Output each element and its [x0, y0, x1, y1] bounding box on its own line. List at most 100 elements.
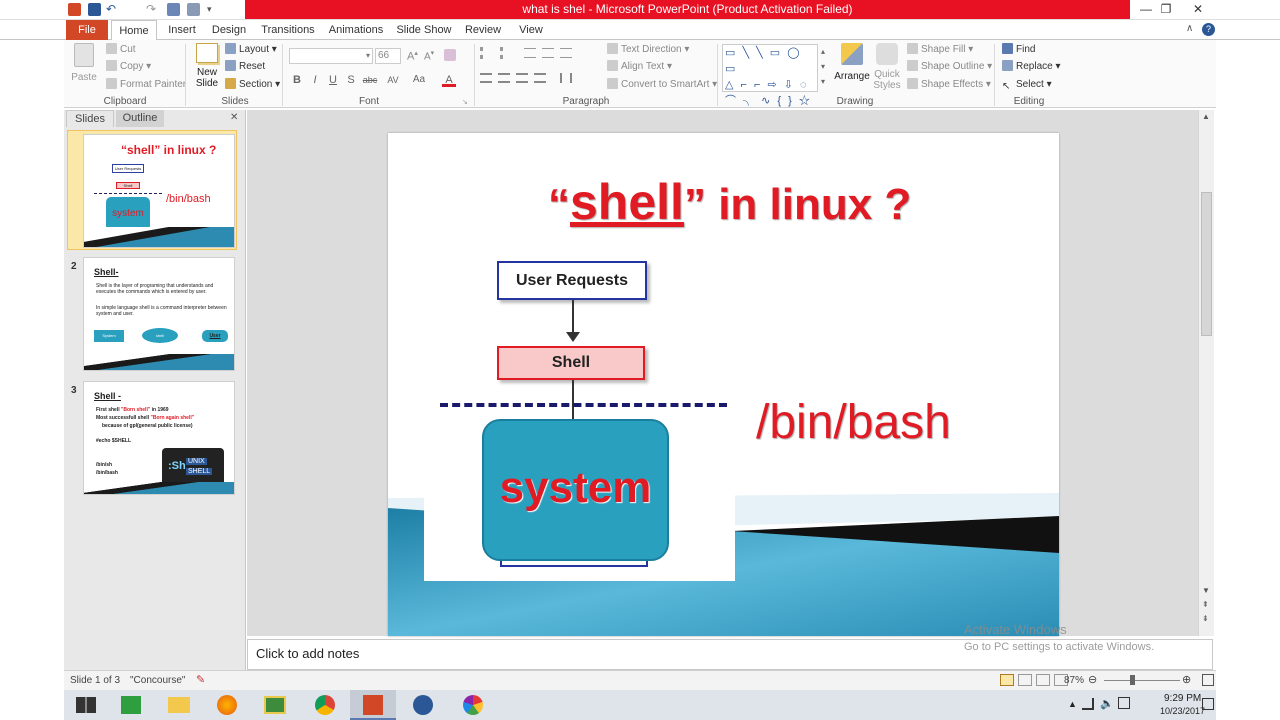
taskbar-store[interactable] — [108, 690, 154, 720]
taskbar-powerpoint[interactable] — [350, 690, 396, 720]
tab-outline-pane[interactable]: Outline — [116, 110, 164, 127]
fit-slide-icon[interactable] — [1202, 674, 1214, 686]
taskbar-video-app[interactable] — [400, 690, 446, 720]
line-spacing-icon[interactable] — [560, 48, 572, 58]
user-requests-box[interactable]: User Requests — [497, 261, 647, 300]
spellcheck-icon[interactable]: ✎ — [196, 673, 205, 686]
shape-effects-button[interactable]: Shape Effects ▾ — [907, 78, 991, 92]
undo-icon[interactable]: ↶ — [106, 3, 119, 16]
slide-thumbnail-3[interactable]: Shell - First shell "Born shell" in 1969… — [83, 381, 235, 495]
tab-animations[interactable]: Animations — [326, 20, 386, 40]
clear-format-icon[interactable] — [444, 49, 456, 61]
tab-design[interactable]: Design — [208, 20, 250, 40]
font-name-input[interactable]: ▾ — [289, 48, 373, 64]
close-button[interactable]: ✕ — [1180, 0, 1216, 19]
align-right-icon[interactable] — [516, 73, 528, 83]
font-color-button[interactable]: A — [442, 73, 456, 87]
text-direction-button[interactable]: Text Direction ▾ — [607, 43, 689, 57]
help-icon[interactable]: ? — [1202, 23, 1215, 36]
justify-icon[interactable] — [534, 73, 546, 83]
bold-button[interactable]: B — [290, 73, 304, 87]
align-text-button[interactable]: Align Text ▾ — [607, 60, 672, 74]
strikethrough-button[interactable]: abc — [360, 73, 380, 87]
grow-font-icon[interactable]: A▴ — [407, 49, 418, 63]
find-button[interactable]: Find — [1002, 43, 1035, 57]
arrange-button[interactable]: Arrange — [834, 43, 870, 93]
tab-slide-show[interactable]: Slide Show — [394, 20, 454, 40]
quick-styles-button[interactable]: Quick Styles — [872, 43, 902, 93]
save-icon[interactable] — [88, 3, 101, 16]
clock-time[interactable]: 9:29 PM — [1164, 693, 1201, 704]
layout-button[interactable]: Layout ▾ — [225, 43, 277, 57]
scroll-down-icon[interactable]: ▼ — [1202, 586, 1210, 595]
font-dialog-launcher-icon[interactable]: ↘ — [462, 98, 468, 106]
shell-box[interactable]: Shell — [497, 346, 645, 380]
language-icon[interactable] — [1118, 697, 1130, 709]
start-button[interactable] — [64, 690, 110, 720]
tab-insert[interactable]: Insert — [162, 20, 202, 40]
theme-name[interactable]: "Concourse" — [130, 675, 185, 686]
reading-view-icon[interactable] — [1036, 674, 1050, 686]
slideshow-icon[interactable] — [187, 3, 200, 16]
underline-button[interactable]: U — [326, 73, 340, 87]
reset-button[interactable]: Reset — [225, 60, 265, 74]
next-slide-icon[interactable]: ⇟ — [1202, 614, 1209, 623]
shapes-scroll-icon[interactable]: ▴ ▾ ▾ — [818, 44, 828, 92]
italic-button[interactable]: I — [308, 73, 322, 87]
zoom-in-icon[interactable]: ⊕ — [1182, 673, 1191, 686]
paste-button[interactable]: Paste — [70, 43, 98, 91]
decrease-indent-icon[interactable] — [524, 48, 536, 58]
tab-review[interactable]: Review — [462, 20, 504, 40]
scroll-up-icon[interactable]: ▲ — [1202, 112, 1210, 121]
close-pane-button[interactable]: ✕ — [230, 112, 238, 123]
new-slide-button[interactable]: New Slide — [191, 43, 223, 93]
bullets-icon[interactable] — [480, 47, 494, 59]
tab-home[interactable]: Home — [111, 20, 157, 41]
tab-view[interactable]: View — [512, 20, 550, 40]
tab-transitions[interactable]: Transitions — [258, 20, 318, 40]
cut-button[interactable]: Cut — [106, 43, 136, 57]
taskbar-chrome[interactable] — [302, 690, 348, 720]
shapes-gallery[interactable]: ▭ ╲ ╲ ▭ ◯ ▭ △ ⌐ ⌐ ⇨ ⇩ ◌ ⌒ ╮ ∿ { } ☆ — [722, 44, 818, 107]
convert-smartart-button[interactable]: Convert to SmartArt ▾ — [607, 78, 717, 92]
redo-icon[interactable]: ↷ — [146, 3, 159, 16]
taskbar-file-explorer[interactable] — [156, 690, 202, 720]
select-button[interactable]: ↖ Select ▾ — [1002, 78, 1052, 92]
slide-thumbnail-1[interactable]: “shell” in linux ? User Requests Shell /… — [83, 134, 235, 248]
increase-indent-icon[interactable] — [542, 48, 554, 58]
minimize-ribbon-icon[interactable]: ∧ — [1186, 23, 1193, 34]
slide-sorter-view-icon[interactable] — [1018, 674, 1032, 686]
align-center-icon[interactable] — [498, 73, 510, 83]
change-case-button[interactable]: Aa — [410, 73, 428, 87]
print-icon[interactable] — [167, 3, 180, 16]
section-button[interactable]: Section ▾ — [225, 78, 280, 92]
char-spacing-button[interactable]: AV — [384, 73, 402, 87]
notes-placeholder[interactable]: Click to add notes — [256, 646, 359, 661]
normal-view-icon[interactable] — [1000, 674, 1014, 686]
slide-title[interactable]: “shell” in linux ? — [548, 173, 911, 231]
restore-button[interactable]: ❐ — [1148, 0, 1184, 19]
tab-file[interactable]: File — [66, 20, 108, 40]
zoom-slider-thumb[interactable] — [1130, 675, 1135, 685]
network-icon[interactable] — [1082, 698, 1094, 710]
zoom-out-icon[interactable]: ⊖ — [1088, 673, 1097, 686]
zoom-slider-track[interactable] — [1104, 680, 1180, 681]
bin-bash-text[interactable]: /bin/bash — [756, 395, 951, 450]
numbering-icon[interactable] — [500, 47, 514, 59]
previous-slide-icon[interactable]: ⇞ — [1202, 600, 1209, 609]
powerpoint-icon[interactable] — [68, 3, 81, 16]
system-box[interactable]: system — [482, 419, 669, 561]
scroll-thumb[interactable] — [1201, 192, 1212, 336]
taskbar-picasa[interactable] — [450, 690, 496, 720]
slide-thumbnail-2[interactable]: Shell- Shell is the layer of programing … — [83, 257, 235, 371]
notifications-icon[interactable] — [1202, 698, 1214, 710]
tray-chevron-icon[interactable]: ▲ — [1068, 699, 1077, 709]
clock-date[interactable]: 10/23/2017 — [1160, 706, 1205, 716]
tab-slides-pane[interactable]: Slides — [66, 110, 114, 127]
zoom-level[interactable]: 87% — [1064, 675, 1084, 686]
shape-fill-button[interactable]: Shape Fill ▾ — [907, 43, 973, 57]
replace-button[interactable]: Replace ▾ — [1002, 60, 1061, 74]
font-size-input[interactable]: 66 — [375, 48, 401, 64]
current-slide[interactable]: “shell” in linux ? User Requests Shell s… — [388, 133, 1059, 636]
taskbar-firefox[interactable] — [204, 690, 250, 720]
